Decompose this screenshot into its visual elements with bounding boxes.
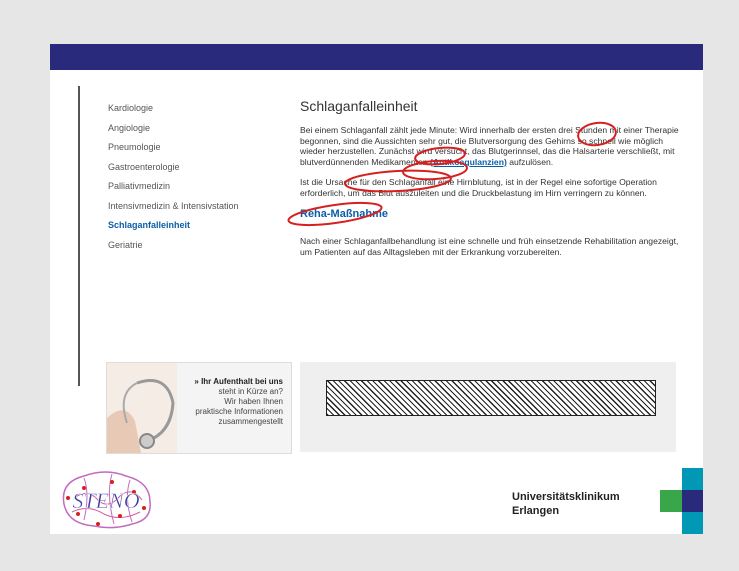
nav-item-schlaganfalleinheit[interactable]: Schlaganfalleinheit <box>108 219 239 239</box>
redacted-panel <box>300 362 676 452</box>
paragraph-bleeding: Ist die Ursache für den Schlaganfall ein… <box>300 177 657 198</box>
nav-item-kardiologie[interactable]: Kardiologie <box>108 102 239 122</box>
sidebar-nav: Kardiologie Angiologie Pneumologie Gastr… <box>108 102 239 258</box>
nav-item-gastroenterologie[interactable]: Gastroenterologie <box>108 161 239 181</box>
paragraph-intro-end: aufzulösen. <box>506 156 554 167</box>
teaser-line-3: praktische Informationen <box>195 407 283 416</box>
section-heading-reha: Reha-Maßnahme <box>300 208 389 220</box>
page-title: Schlaganfalleinheit <box>300 98 418 114</box>
university-name: Universitätsklinikum Erlangen <box>512 490 620 518</box>
paragraph-intro: Bei einem Schlaganfall zählt jede Minute… <box>300 125 680 167</box>
page: Kardiologie Angiologie Pneumologie Gastr… <box>50 44 703 534</box>
header-bar <box>50 44 703 70</box>
sidebar-divider <box>78 86 80 386</box>
logo-text: STENO <box>72 488 139 513</box>
nav-item-palliativmedizin[interactable]: Palliativmedizin <box>108 180 239 200</box>
main-content: Schlaganfalleinheit Bei einem Schlaganfa… <box>300 98 680 267</box>
nav-item-angiologie[interactable]: Angiologie <box>108 122 239 142</box>
nav-item-geriatrie[interactable]: Geriatrie <box>108 239 239 259</box>
redacted-hatch-block <box>326 380 656 416</box>
university-logo-mark <box>660 468 703 534</box>
teaser-text: » Ihr Aufenthalt bei uns steht in Kürze … <box>163 377 283 427</box>
paragraph-reha: Nach einer Schlaganfallbehandlung ist ei… <box>300 236 679 257</box>
teaser-line-1: steht in Kürze an? <box>218 387 283 396</box>
stay-info-teaser[interactable]: » Ihr Aufenthalt bei uns steht in Kürze … <box>106 362 292 454</box>
teaser-headline: » Ihr Aufenthalt bei uns <box>194 377 283 386</box>
nav-item-pneumologie[interactable]: Pneumologie <box>108 141 239 161</box>
steno-logo: STENO <box>62 471 151 529</box>
teaser-line-2: Wir haben Ihnen <box>224 397 283 406</box>
teaser-line-4: zusammengestellt <box>218 417 283 426</box>
university-name-line-2: Erlangen <box>512 505 560 517</box>
university-name-line-1: Universitätsklinikum <box>512 491 620 503</box>
nav-item-intensivmedizin[interactable]: Intensivmedizin & Intensivstation <box>108 200 239 220</box>
antikoagulanzien-link[interactable]: (Antikoagulanzien) <box>430 157 507 167</box>
